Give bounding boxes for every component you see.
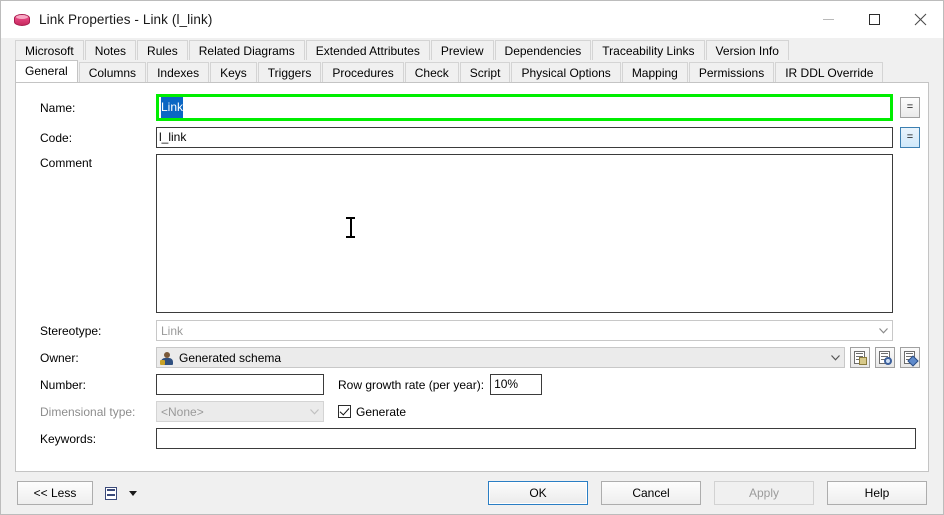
- owner-properties-button[interactable]: [875, 347, 895, 368]
- name-label: Name:: [40, 100, 76, 115]
- code-label: Code:: [40, 130, 73, 145]
- tab-procedures[interactable]: Procedures: [322, 62, 404, 82]
- tab-rules[interactable]: Rules: [137, 40, 188, 60]
- minimize-button[interactable]: [805, 1, 851, 38]
- dimensional-type-combobox: <None>: [156, 401, 324, 422]
- code-input[interactable]: l_link: [156, 127, 893, 148]
- stereotype-value: Link: [161, 323, 184, 338]
- help-button[interactable]: Help: [827, 481, 927, 505]
- apply-button: Apply: [714, 481, 814, 505]
- tab-preview[interactable]: Preview: [430, 40, 494, 60]
- tab-ir-ddl-override[interactable]: IR DDL Override: [775, 62, 884, 82]
- create-owner-button[interactable]: [850, 347, 870, 368]
- tab-traceability-links[interactable]: Traceability Links: [592, 40, 705, 60]
- owner-combobox[interactable]: Generated schema: [156, 347, 845, 368]
- tab-general[interactable]: General: [15, 60, 78, 82]
- name-input[interactable]: Link: [159, 97, 890, 118]
- tab-columns[interactable]: Columns: [78, 62, 147, 82]
- name-row: Name: Link =: [16, 94, 928, 121]
- cancel-button[interactable]: Cancel: [601, 481, 701, 505]
- tab-script[interactable]: Script: [459, 62, 511, 82]
- tab-related-diagrams[interactable]: Related Diagrams: [188, 40, 305, 60]
- tab-extended-attributes[interactable]: Extended Attributes: [305, 40, 430, 60]
- row-growth-rate-input[interactable]: 10%: [490, 374, 543, 395]
- generate-checkbox[interactable]: Generate: [338, 405, 406, 419]
- number-row: Number: Row growth rate (per year): 10%: [16, 374, 928, 395]
- number-label: Number:: [40, 377, 87, 392]
- chevron-down-icon: [827, 354, 844, 361]
- dimensional-type-value: <None>: [161, 404, 204, 419]
- title-bar: Link Properties - Link (l_link): [1, 1, 943, 38]
- name-field-highlight: Link: [156, 94, 893, 121]
- general-tab-panel: Name: Link = Code: l_link = Comment Ster…: [15, 82, 929, 472]
- less-button[interactable]: << Less: [17, 481, 93, 505]
- keywords-label: Keywords:: [40, 431, 97, 446]
- tab-notes[interactable]: Notes: [84, 40, 137, 60]
- tab-microsoft[interactable]: Microsoft: [15, 40, 84, 60]
- name-input-value: Link: [161, 97, 184, 118]
- footer-right-group: OK Cancel Apply Help: [488, 481, 927, 505]
- tab-triggers[interactable]: Triggers: [257, 62, 322, 82]
- stereotype-row: Stereotype: Link: [16, 320, 928, 341]
- maximize-button[interactable]: [851, 1, 897, 38]
- keywords-input[interactable]: [156, 428, 916, 449]
- tab-check[interactable]: Check: [404, 62, 459, 82]
- code-row: Code: l_link =: [16, 127, 928, 148]
- owner-row: Owner: Generated schema: [16, 347, 928, 368]
- code-equals-button[interactable]: =: [900, 127, 920, 148]
- tab-indexes[interactable]: Indexes: [147, 62, 210, 82]
- dialog-footer: << Less OK Cancel Apply Help: [1, 472, 943, 514]
- window-title: Link Properties - Link (l_link): [39, 12, 213, 27]
- name-equals-button[interactable]: =: [900, 97, 920, 118]
- number-input[interactable]: [156, 374, 324, 395]
- keywords-row: Keywords:: [16, 428, 928, 449]
- database-cylinder-icon: [13, 11, 31, 29]
- chevron-down-icon[interactable]: [129, 490, 137, 496]
- footer-left-group: << Less: [17, 481, 137, 505]
- ok-button[interactable]: OK: [488, 481, 588, 505]
- checkbox-box: [338, 405, 351, 418]
- row-growth-rate-label: Row growth rate (per year):: [338, 377, 485, 392]
- tab-row-bottom: General Columns Indexes Keys Triggers Pr…: [15, 60, 943, 82]
- stereotype-label: Stereotype:: [40, 323, 102, 338]
- tab-mapping[interactable]: Mapping: [621, 62, 688, 82]
- stereotype-combobox[interactable]: Link: [156, 320, 893, 341]
- tab-keys[interactable]: Keys: [210, 62, 257, 82]
- chevron-down-icon: [306, 408, 323, 415]
- comment-label: Comment: [40, 156, 93, 170]
- comment-textarea[interactable]: [156, 154, 893, 313]
- close-icon[interactable]: [897, 1, 943, 38]
- chevron-down-icon: [875, 327, 892, 334]
- dimensional-type-label: Dimensional type:: [40, 404, 136, 419]
- generate-label: Generate: [356, 404, 407, 419]
- comment-row: Comment: [16, 154, 928, 313]
- edit-owner-button[interactable]: [900, 347, 920, 368]
- tab-version-info[interactable]: Version Info: [705, 40, 789, 60]
- list-menu-icon[interactable]: [104, 486, 119, 501]
- dimensional-type-row: Dimensional type: <None> Generate: [16, 401, 928, 422]
- owner-value: Generated schema: [179, 350, 282, 365]
- tab-strip: Microsoft Notes Rules Related Diagrams E…: [1, 38, 943, 82]
- tab-permissions[interactable]: Permissions: [688, 62, 775, 82]
- caption-buttons: [805, 1, 943, 38]
- tab-dependencies[interactable]: Dependencies: [494, 40, 592, 60]
- owner-label: Owner:: [40, 350, 79, 365]
- user-icon: [160, 351, 174, 365]
- link-properties-dialog: Link Properties - Link (l_link) Microsof…: [0, 0, 944, 515]
- tab-physical-options[interactable]: Physical Options: [511, 62, 621, 82]
- tab-row-top: Microsoft Notes Rules Related Diagrams E…: [15, 38, 943, 60]
